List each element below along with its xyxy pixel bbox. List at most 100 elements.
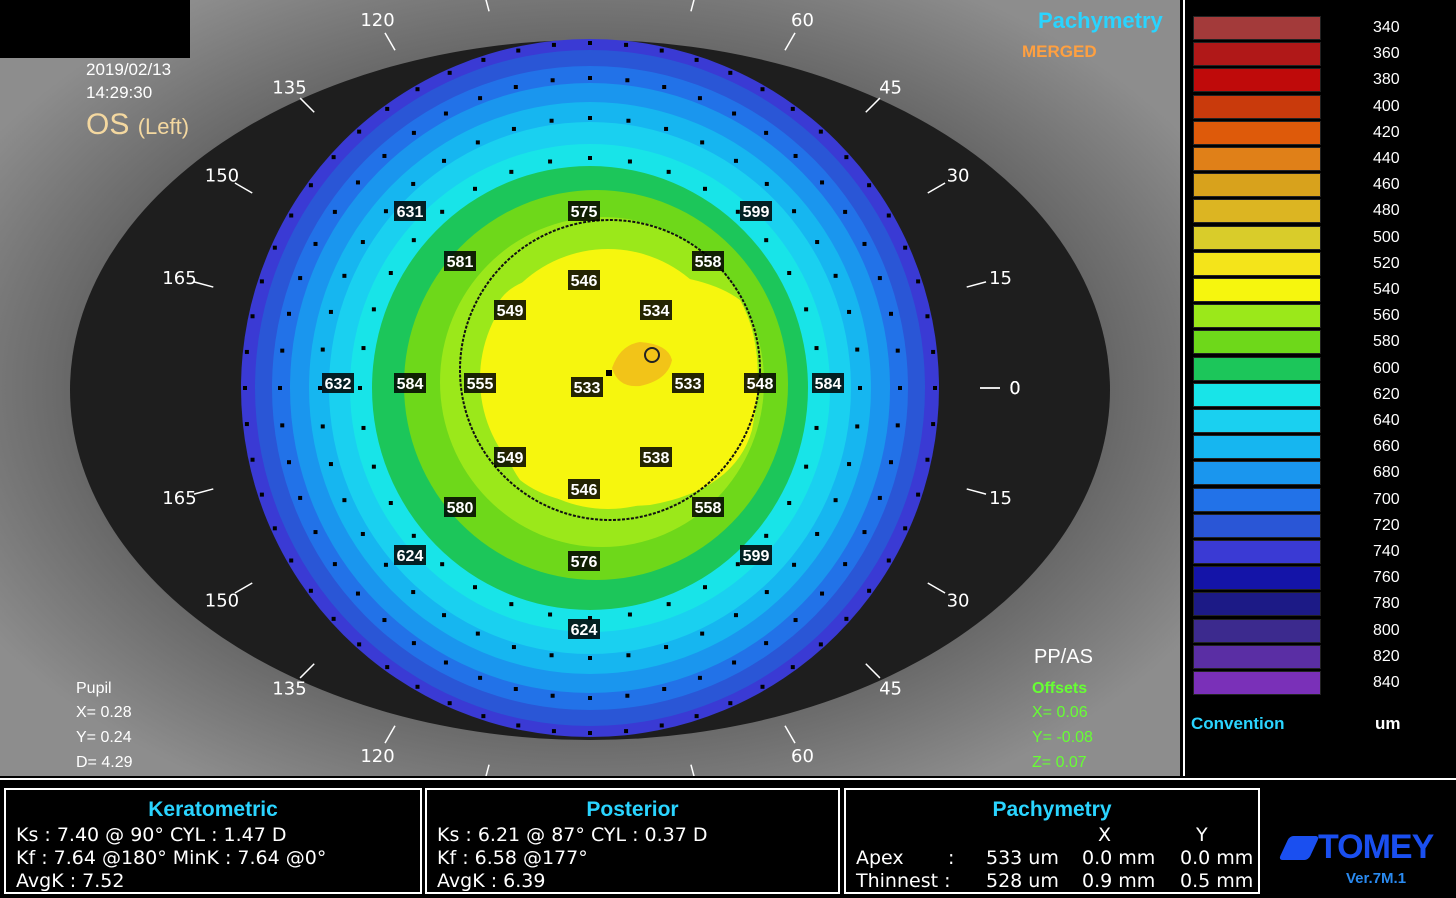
measurement-dot	[728, 70, 733, 75]
measurement-dot	[916, 492, 921, 497]
measurement-dot	[760, 684, 765, 689]
measurement-dot	[360, 240, 365, 245]
measurement-dot	[847, 462, 852, 467]
measurement-dot	[411, 238, 416, 243]
scale-swatch	[1193, 356, 1321, 381]
measurement-dot	[447, 701, 452, 706]
measurement-dot	[659, 723, 664, 728]
measurement-dot	[388, 501, 393, 505]
measurement-dot	[355, 591, 360, 596]
pupil-x: X= 0.28	[76, 704, 132, 721]
measurement-dot	[298, 495, 303, 500]
measurement-dot	[820, 591, 825, 596]
measurement-dot	[844, 616, 849, 621]
measurement-dot	[664, 645, 669, 650]
thickness-value: 533	[574, 380, 601, 397]
exam-time: 14:29:30	[86, 83, 153, 102]
measurement-dot	[933, 386, 937, 390]
thickness-value: 581	[447, 254, 474, 271]
axis-tick-label: 60	[791, 746, 814, 767]
measurement-dot	[385, 665, 390, 670]
measurement-dot	[383, 209, 388, 214]
measurement-dot	[308, 183, 313, 188]
measurement-dot	[733, 613, 738, 618]
measurement-dot	[272, 245, 277, 250]
pachymetry-map-panel: 0153045607590105120135150165015304560759…	[0, 0, 1180, 776]
thinnest-label: Thinnest :	[856, 870, 951, 892]
measurement-dot	[481, 714, 486, 719]
scale-level-label: 600	[1373, 359, 1400, 377]
keratometric-kf: Kf : 7.64 @180° MinK : 7.64 @0°	[16, 847, 327, 869]
thickness-value: 599	[743, 204, 770, 221]
measurement-dot	[509, 169, 514, 174]
results-panel: Keratometric Ks : 7.40 @ 90° CYL : 1.47 …	[0, 778, 1456, 898]
measurement-dot	[332, 562, 337, 567]
measurement-dot	[342, 273, 347, 278]
scale-level-label: 520	[1373, 254, 1400, 272]
apex-colon: :	[948, 847, 955, 869]
measurement-dot	[697, 675, 702, 680]
measurement-dot	[815, 531, 820, 536]
measurement-dot	[886, 558, 891, 563]
measurement-dot	[298, 276, 303, 281]
measurement-dot	[867, 588, 872, 593]
thickness-value: 584	[815, 376, 842, 393]
measurement-dot	[895, 423, 900, 428]
scale-level-label: 740	[1373, 543, 1400, 560]
measurement-dot	[289, 558, 294, 563]
scale-level-label: 560	[1373, 307, 1400, 325]
scale-swatch	[1193, 251, 1321, 276]
measurement-dot	[443, 111, 448, 116]
pachymetry-box: Pachymetry X Y Apex : 533 um 0.0 mm 0.0 …	[844, 788, 1260, 894]
measurement-dot	[548, 159, 553, 164]
axis-tick-label: 135	[272, 77, 306, 98]
measurement-dot	[549, 118, 554, 123]
measurement-dot	[308, 588, 313, 593]
posterior-ks: Ks : 6.21 @ 87° CYL : 0.37 D	[437, 824, 708, 846]
eye-label: OS (Left)	[86, 108, 189, 142]
thin-zone	[496, 271, 758, 507]
measurement-dot	[411, 590, 416, 595]
thickness-value: 584	[397, 376, 424, 393]
scale-level-label: 380	[1373, 71, 1400, 89]
scale-level-label: 460	[1373, 176, 1400, 194]
measurement-dot	[278, 386, 282, 390]
thickness-value: 549	[497, 303, 524, 320]
measurement-dot	[442, 158, 447, 163]
apex-marker	[606, 370, 612, 376]
scale-level-label: 620	[1373, 385, 1400, 403]
measurement-dot	[760, 87, 765, 92]
measurement-dot	[764, 641, 769, 646]
measurement-dot	[666, 169, 671, 174]
measurement-dot	[411, 533, 416, 538]
measurement-dot	[931, 422, 936, 427]
measurement-dot	[697, 96, 702, 101]
scale-level-label: 660	[1373, 438, 1400, 456]
measurement-dot	[732, 660, 737, 665]
measurement-dot	[415, 87, 420, 92]
thickness-value: 624	[397, 548, 424, 565]
pachymetry-box-title: Pachymetry	[992, 798, 1112, 821]
measurement-dot	[588, 696, 592, 700]
measurement-dot	[818, 129, 823, 134]
pupil-label: Pupil	[76, 680, 112, 697]
thinnest-x: 0.9 mm	[1082, 870, 1156, 892]
scale-level-label: 680	[1373, 464, 1400, 482]
scale-level-label: 840	[1373, 674, 1400, 691]
measurement-dot	[411, 641, 416, 646]
measurement-dot	[287, 460, 292, 465]
pachy-col-y: Y	[1196, 824, 1208, 846]
measurement-dot	[843, 562, 848, 567]
measurement-dot	[475, 140, 480, 145]
measurement-dot	[287, 311, 292, 316]
measurement-dot	[732, 111, 737, 116]
measurement-dot	[735, 209, 740, 214]
measurement-dot	[473, 186, 477, 191]
measurement-dot	[259, 279, 264, 284]
scale-swatch	[1193, 409, 1321, 433]
axis-tick-label: 150	[205, 166, 239, 187]
scale-level-label: 820	[1373, 647, 1400, 665]
axis-tick-label: 30	[947, 166, 970, 187]
scale-swatch	[1193, 461, 1321, 486]
measurement-dot	[475, 631, 480, 636]
